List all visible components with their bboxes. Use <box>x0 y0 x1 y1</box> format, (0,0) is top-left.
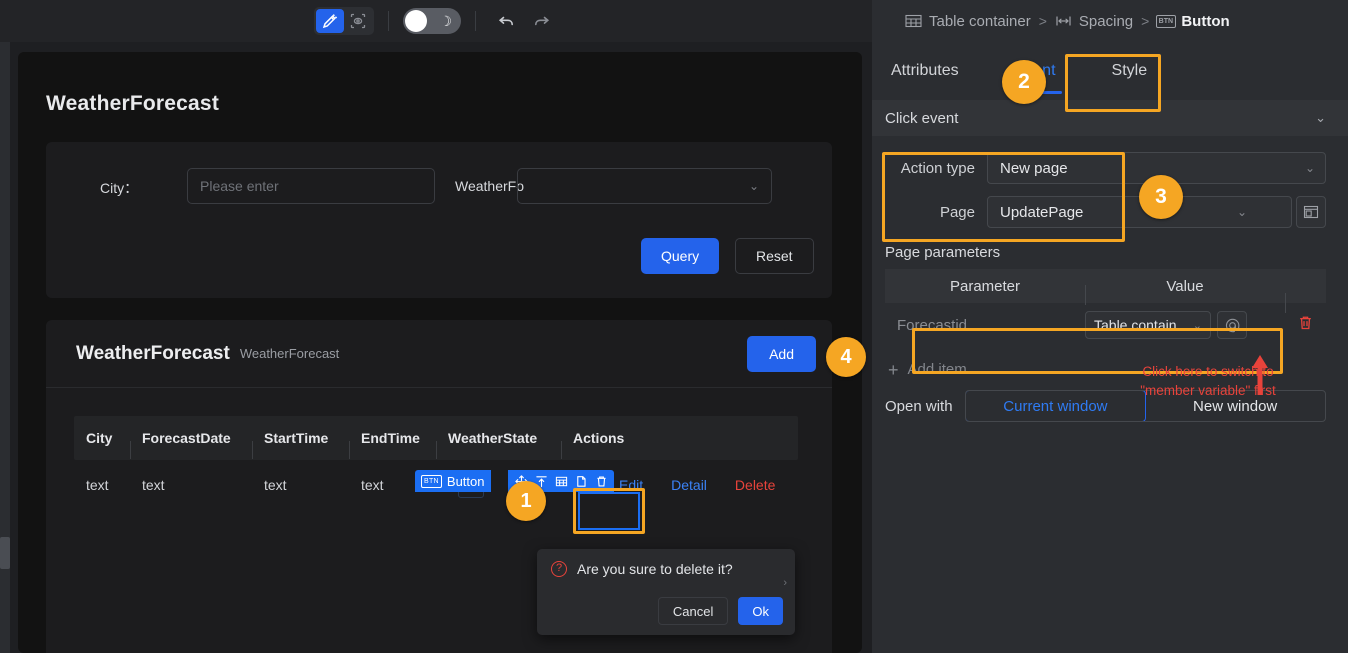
moon-icon: ☽ <box>439 13 452 29</box>
table-title: WeatherForecast <box>76 342 230 364</box>
open-with-label: Open with <box>885 397 953 415</box>
table-container-icon <box>905 14 922 29</box>
question-circle-icon: ? <box>551 561 567 577</box>
column-header-endtime[interactable]: EndTime <box>349 430 436 459</box>
theme-toggle[interactable]: ☽ <box>403 8 461 34</box>
table-card-header: WeatherForecast WeatherForecast Add <box>46 320 832 388</box>
query-button[interactable]: Query <box>641 238 720 274</box>
annotation-badge-4: 4 <box>826 337 866 377</box>
toolbar-divider-1 <box>388 11 389 31</box>
add-button[interactable]: Add <box>747 336 816 372</box>
annotation-note-line2: "member variable" first <box>1140 383 1276 398</box>
mode-switch-group <box>314 7 374 35</box>
preview-eye-icon[interactable] <box>344 9 372 33</box>
breadcrumb-item-spacing[interactable]: Spacing <box>1055 13 1133 30</box>
row-detail-link[interactable]: Detail <box>671 477 707 493</box>
page-parameters-header: Parameter Value <box>885 269 1326 313</box>
page-title: WeatherForecast <box>46 92 220 115</box>
cell-starttime: text <box>264 477 287 493</box>
annotation-badge-1: 1 <box>506 481 546 521</box>
popconfirm-message-row: ? Are you sure to delete it? <box>551 561 733 577</box>
cell-forecastdate: text <box>142 477 165 493</box>
button-icon: BTN <box>421 474 442 488</box>
plus-icon: + <box>888 359 899 380</box>
row-delete-link[interactable]: Delete <box>735 477 775 493</box>
popconfirm-actions: Cancel Ok <box>657 597 783 625</box>
button-icon: BTN <box>1155 14 1177 29</box>
design-pen-icon[interactable] <box>316 9 344 33</box>
chevron-down-icon[interactable]: ⌄ <box>1315 110 1326 126</box>
city-label: City： <box>100 180 139 196</box>
click-event-title: Click event <box>885 109 959 127</box>
app-root: ☽ WeatherForecast City： Please enter Wea… <box>0 0 1348 653</box>
layout-window-icon[interactable] <box>1296 196 1326 228</box>
column-header-city[interactable]: City <box>74 430 130 446</box>
column-header-forecastdate[interactable]: ForecastDate <box>130 430 252 459</box>
selection-label-text: Button <box>446 473 485 489</box>
chevron-down-icon: ⌄ <box>748 179 759 193</box>
column-header-actions: Actions <box>561 430 661 459</box>
data-table: City ForecastDate StartTime EndTime Weat… <box>74 416 798 510</box>
breadcrumb-label-0: Table container <box>929 12 1031 30</box>
left-rail-handle[interactable] <box>0 537 10 569</box>
city-input[interactable]: Please enter <box>187 168 435 204</box>
breadcrumb: Table container > Spacing > BTN Button <box>872 0 1348 42</box>
annotation-note-line1: Click here to switch to <box>1142 364 1274 379</box>
column-header-parameter: Parameter <box>949 277 1021 295</box>
delete-confirm-popover: ? Are you sure to delete it? › Cancel Ok <box>537 549 795 635</box>
breadcrumb-item-button: BTN Button <box>1155 12 1230 30</box>
left-rail-scrollbar[interactable] <box>0 42 10 653</box>
canvas-pane: ☽ WeatherForecast City： Please enter Wea… <box>0 0 872 653</box>
canvas-toolbar: ☽ <box>0 0 872 42</box>
column-header-starttime[interactable]: StartTime <box>252 430 349 459</box>
chevron-down-icon: ⌄ <box>1304 161 1315 175</box>
query-form-card: City： Please enter WeatherFo ⌄ Query Res… <box>46 142 832 298</box>
table-subtitle: WeatherForecast <box>239 346 340 361</box>
tab-attributes[interactable]: Attributes <box>885 54 965 88</box>
weather-select[interactable]: ⌄ <box>517 168 772 204</box>
column-header-weatherstate[interactable]: WeatherState <box>436 430 561 459</box>
annotation-badge-3: 3 <box>1139 175 1183 219</box>
toggle-knob <box>405 10 427 32</box>
highlight-event-tab <box>1065 54 1161 112</box>
city-input-placeholder: Please enter <box>200 178 279 194</box>
breadcrumb-label-1: Spacing <box>1078 12 1134 30</box>
toolbar-divider-2 <box>475 11 476 31</box>
table-icon[interactable] <box>552 472 570 490</box>
cell-city: text <box>86 477 109 493</box>
selection-label: BTN Button <box>415 470 491 492</box>
table-header-row: City ForecastDate StartTime EndTime Weat… <box>74 416 798 460</box>
column-header-value: Value <box>1085 278 1285 305</box>
breadcrumb-label-2: Button <box>1181 12 1230 30</box>
highlight-edit-button <box>573 488 645 534</box>
parameter-delete-cell <box>1285 315 1326 336</box>
popconfirm-ok-button[interactable]: Ok <box>738 597 783 625</box>
popconfirm-cancel-button[interactable]: Cancel <box>657 597 729 625</box>
breadcrumb-separator-2: > <box>1141 13 1150 29</box>
popconfirm-caret-icon: › <box>783 577 787 589</box>
highlight-action-page <box>882 152 1125 242</box>
popconfirm-message: Are you sure to delete it? <box>577 561 733 577</box>
reset-button[interactable]: Reset <box>735 238 814 274</box>
spacing-icon <box>1055 14 1072 29</box>
undo-arrow-icon[interactable] <box>490 7 524 35</box>
breadcrumb-item-table-container[interactable]: Table container <box>905 13 1031 30</box>
breadcrumb-separator-1: > <box>1038 13 1047 29</box>
redo-arrow-icon[interactable] <box>524 7 558 35</box>
chevron-down-icon: ⌄ <box>1236 205 1247 219</box>
trash-icon[interactable] <box>1298 315 1313 336</box>
annotation-note: Click here to switch to "member variable… <box>1103 362 1313 400</box>
annotation-badge-2: 2 <box>1002 60 1046 104</box>
